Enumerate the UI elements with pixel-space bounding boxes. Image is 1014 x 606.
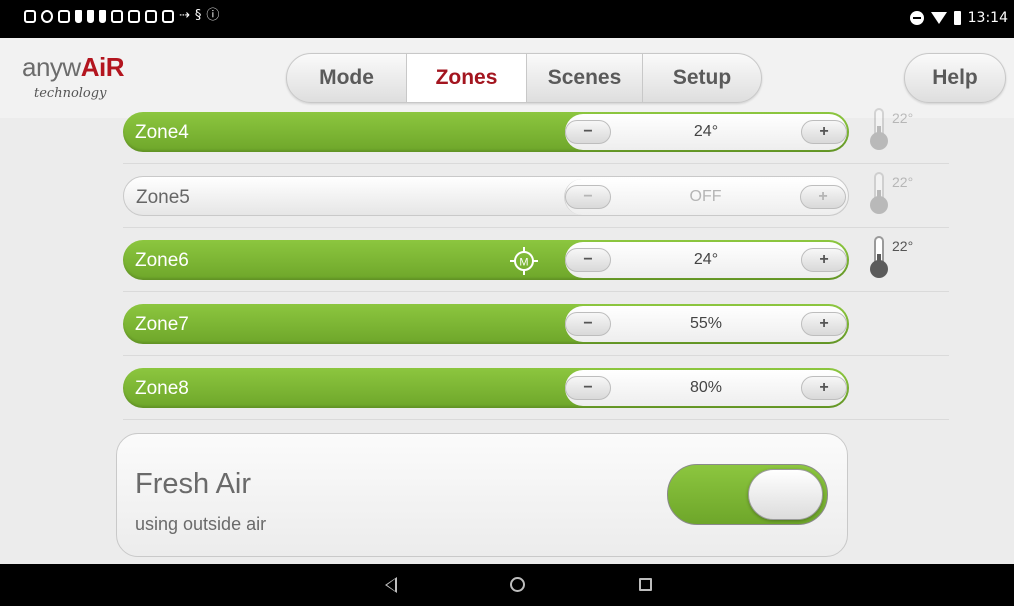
- notification-icon: [58, 9, 70, 23]
- fresh-air-title: Fresh Air: [135, 468, 252, 500]
- battery-icon: [953, 11, 961, 25]
- logo-accent: AiR: [80, 52, 125, 82]
- image-icon: [162, 9, 174, 23]
- tab-mode[interactable]: Mode: [287, 54, 407, 102]
- zone-bar[interactable]: Zone7 − 55% +: [123, 304, 849, 344]
- zone-bar[interactable]: Zone5 − OFF +: [123, 176, 849, 216]
- decrease-button[interactable]: −: [565, 248, 611, 272]
- decrease-button[interactable]: −: [565, 185, 611, 209]
- navigation-bar: [0, 564, 1014, 606]
- eye-icon: [41, 9, 53, 23]
- home-icon[interactable]: [510, 577, 525, 592]
- usb-icon: [75, 9, 82, 23]
- zone-control: − 24° +: [565, 242, 847, 278]
- status-bar: ⇢ § ⓘ 13:14: [0, 0, 1014, 38]
- transfer-icon: ⇢: [179, 8, 190, 23]
- zone-bar[interactable]: Zone8 − 80% +: [123, 368, 849, 408]
- increase-button[interactable]: +: [801, 248, 847, 272]
- room-temperature: 22°: [892, 238, 914, 254]
- zone-row-zone4: Zone4 − 24° + 22°: [123, 100, 949, 164]
- recent-apps-icon[interactable]: [639, 578, 652, 591]
- fresh-air-card: Fresh Air using outside air: [116, 433, 848, 557]
- decrease-button[interactable]: −: [565, 376, 611, 400]
- zone-row-zone5: Zone5 − OFF + 22°: [123, 164, 949, 228]
- zone-name: Zone4: [135, 122, 189, 143]
- zone-name: Zone5: [136, 187, 190, 208]
- zone-control: − 55% +: [565, 306, 847, 342]
- zone-value: 55%: [689, 315, 723, 332]
- decrease-button[interactable]: −: [565, 312, 611, 336]
- info-icon: ⓘ: [206, 8, 220, 23]
- zone-name: Zone8: [135, 378, 189, 399]
- increase-button[interactable]: +: [800, 185, 846, 209]
- fresh-air-subtitle: using outside air: [135, 514, 267, 534]
- thermometer-icon: 22°: [868, 172, 928, 220]
- notification-icons: ⇢ § ⓘ: [24, 9, 219, 23]
- tab-scenes[interactable]: Scenes: [527, 54, 643, 102]
- increase-button[interactable]: +: [801, 376, 847, 400]
- thermometer-icon: 22°: [868, 108, 928, 156]
- decrease-button[interactable]: −: [565, 120, 611, 144]
- toggle-knob[interactable]: [748, 469, 823, 520]
- zone-bar[interactable]: Zone4 − 24° +: [123, 112, 849, 152]
- svg-text:M: M: [519, 257, 528, 269]
- room-temperature: 22°: [892, 174, 914, 190]
- zone-row-zone6: Zone6 M − 24° + 22°: [123, 228, 949, 292]
- zone-value: OFF: [689, 188, 722, 205]
- mail-icon: [111, 9, 123, 23]
- zone-name: Zone7: [135, 314, 189, 335]
- fresh-air-toggle[interactable]: [667, 464, 828, 525]
- logo-prefix: anyw: [22, 52, 81, 82]
- master-zone-icon: M: [510, 247, 538, 275]
- status-time: 13:14: [967, 10, 1008, 26]
- room-temperature: 22°: [892, 110, 914, 126]
- back-icon[interactable]: [385, 577, 397, 593]
- tab-zones[interactable]: Zones: [407, 54, 527, 102]
- zone-name: Zone6: [135, 250, 189, 271]
- zone-value: 24°: [693, 251, 719, 268]
- zone-value: 80%: [689, 379, 723, 396]
- tab-setup[interactable]: Setup: [643, 54, 761, 102]
- main-tabs: Mode Zones Scenes Setup: [286, 53, 762, 103]
- zone-row-zone8: Zone8 − 80% +: [123, 356, 949, 420]
- anywair-logo: anywAiR technology: [22, 52, 125, 101]
- zone-control: − 80% +: [565, 370, 847, 406]
- notification-icon: [24, 9, 36, 23]
- zone-control: − OFF +: [564, 179, 846, 215]
- system-icons: 13:14: [909, 10, 1008, 26]
- zone-row-zone7: Zone7 − 55% +: [123, 292, 949, 356]
- logo-subtitle: technology: [34, 86, 107, 101]
- thermometer-icon: 22°: [868, 236, 928, 284]
- debug-icon: §: [194, 8, 202, 23]
- help-button[interactable]: Help: [904, 53, 1006, 103]
- wifi-icon: [930, 12, 947, 24]
- mail-icon: [128, 9, 140, 23]
- usb-icon: [87, 9, 94, 23]
- usb-icon: [99, 9, 106, 23]
- zone-value: 24°: [693, 123, 719, 140]
- increase-button[interactable]: +: [801, 312, 847, 336]
- mail-icon: [145, 9, 157, 23]
- do-not-disturb-icon: [909, 11, 924, 25]
- zone-bar[interactable]: Zone6 M − 24° +: [123, 240, 849, 280]
- increase-button[interactable]: +: [801, 120, 847, 144]
- zone-control: − 24° +: [565, 114, 847, 150]
